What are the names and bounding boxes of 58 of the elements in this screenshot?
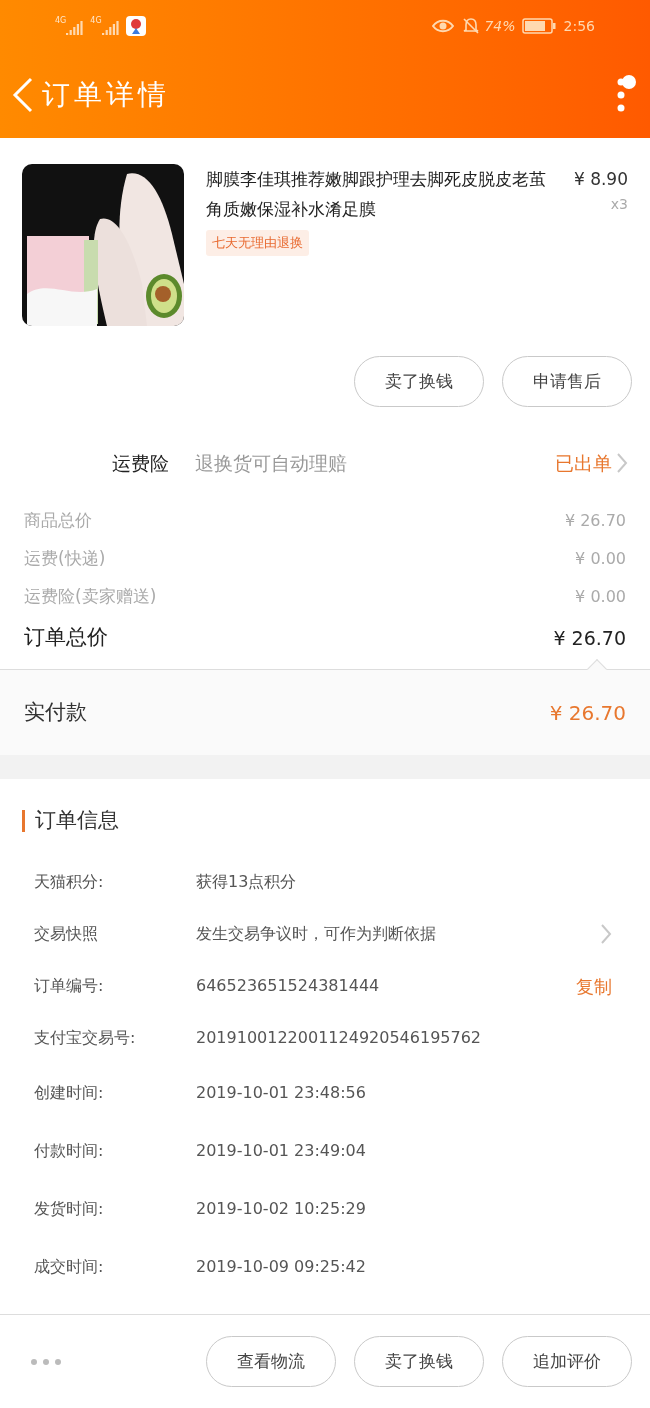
insurance-description: 退换货可自动理赔 [195,450,348,476]
info-value: 2019-10-09 09:25:42 [196,1256,367,1278]
clock-time: 2:56 [563,16,595,36]
network-label: 4G [90,17,102,25]
map-pin-icon [125,16,146,36]
info-label: 支付宝交易号: [34,1027,137,1049]
signal-icon [66,19,85,35]
section-accent-bar [22,810,25,832]
section-title: 订单信息 [35,807,119,835]
return-policy-tag: 七天无理由退换 [206,230,309,256]
back-icon [12,77,34,113]
order-total-value: ¥ 26.70 [553,625,626,651]
price-value: ¥ 0.00 [575,548,626,570]
more-icon [617,78,625,112]
order-action-button[interactable]: 查看物流 [206,1336,336,1387]
info-label: 成交时间: [34,1256,105,1278]
info-value: 2019-10-02 10:25:29 [196,1198,367,1220]
info-value: 646523651524381444 [196,975,381,997]
order-action-button[interactable]: 卖了换钱 [354,1336,484,1387]
info-value: 2019100122001124920546195762 [196,1027,483,1049]
price-value: ¥ 26.70 [564,510,626,532]
info-label: 交易快照 [34,923,99,945]
order-action-button[interactable]: 追加评价 [502,1336,632,1387]
price-label: 商品总价 [24,509,92,533]
page-title: 订单详情 [42,77,170,113]
info-value: 2019-10-01 23:48:56 [196,1082,367,1104]
quantity: x3 [610,195,628,214]
chevron-right-icon [600,923,612,945]
eye-icon [432,18,455,34]
unit-price: ¥ 8.90 [573,168,628,191]
order-action-button[interactable]: 卖了换钱 [354,356,484,407]
info-label: 创建时间: [34,1082,105,1104]
order-action-button[interactable]: 申请售后 [502,356,632,407]
battery-percent: 74% [484,16,516,36]
order-total-label: 订单总价 [24,624,108,652]
info-value: 发生交易争议时，可作为判断依据 [196,923,437,945]
info-label: 发货时间: [34,1198,105,1220]
info-label: 天猫积分: [34,871,105,893]
info-value: 2019-10-01 23:49:04 [196,1140,367,1162]
back-button[interactable] [12,77,34,113]
insurance-status: 已出单 [555,450,612,476]
more-icon [30,1357,62,1366]
price-label: 运费险(卖家赠送) [24,585,157,609]
bell-off-icon [462,17,481,35]
info-value: 获得13点积分 [196,871,298,893]
network-label: 4G [55,17,67,25]
chevron-right-icon [616,452,628,474]
signal-icon [101,19,120,35]
info-label: 付款时间: [34,1140,105,1162]
paid-label: 实付款 [24,698,87,726]
price-value: ¥ 0.00 [575,586,626,608]
info-label: 订单编号: [34,975,105,997]
insurance-label: 运费险 [112,450,169,476]
shipping-insurance-row[interactable]: 运费险 退换货可自动理赔 已出单 [0,443,650,483]
battery-icon [521,18,556,34]
price-label: 运费(快递) [24,547,106,571]
product-title: 脚膜李佳琪推荐嫩脚跟护理去脚死皮脱皮老茧角质嫩保湿补水淆足膜 [206,168,547,221]
paid-value: ¥ 26.70 [549,699,626,727]
